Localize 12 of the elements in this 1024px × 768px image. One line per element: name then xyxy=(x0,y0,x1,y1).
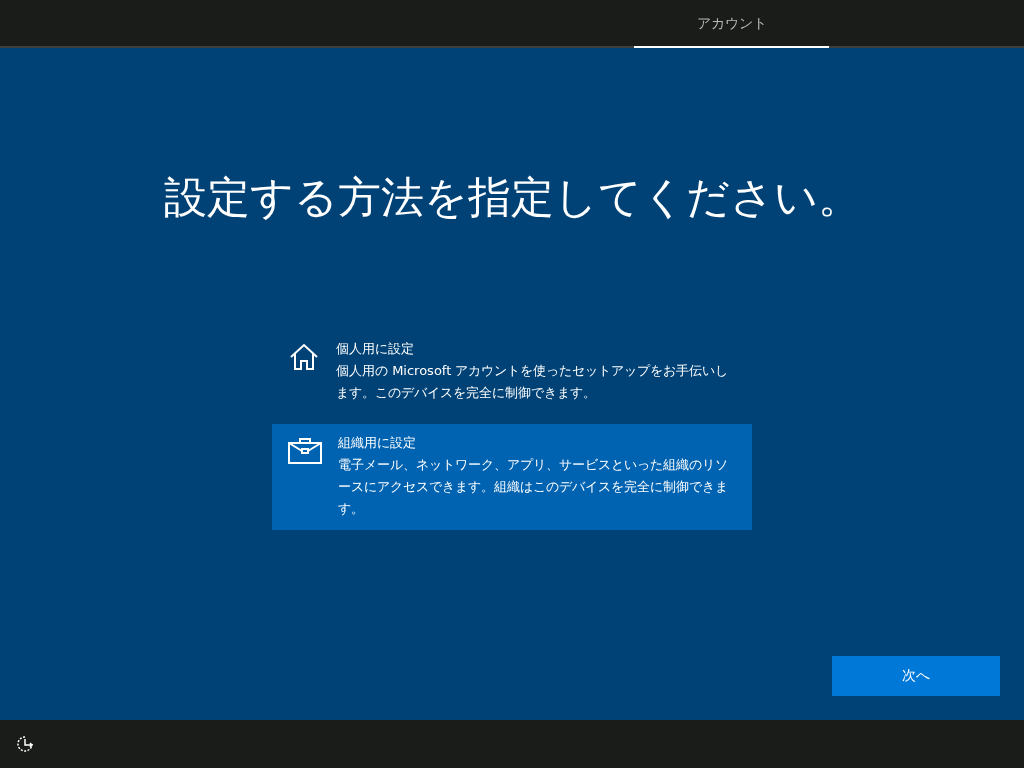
briefcase-icon xyxy=(288,438,322,464)
account-tab[interactable]: アカウント xyxy=(634,0,829,48)
setup-option[interactable]: 組織用に設定 電子メール、ネットワーク、アプリ、サービスといった組織のリソースにアクセスできます。組織はこのデバイスを完全に制御できます。 xyxy=(272,424,752,530)
next-button[interactable]: 次へ xyxy=(832,656,1000,696)
option-title: 個人用に設定 xyxy=(336,340,415,358)
accessibility-icon[interactable] xyxy=(16,735,34,753)
option-title: 組織用に設定 xyxy=(338,434,417,452)
option-description: 電子メール、ネットワーク、アプリ、サービスといった組織のリソースにアクセスできます。組織はこのデバイスを完全に制御できます。 xyxy=(338,456,729,518)
page-title: 設定する方法を指定してください。 xyxy=(163,171,861,224)
option-description: 個人用の Microsoft アカウントを使ったセットアップをお手伝いします。このデバイスを完全に制御できます。 xyxy=(336,362,730,402)
setup-option[interactable]: 個人用に設定 個人用の Microsoft アカウントを使ったセットアップをお手伝いします。このデバイスを完全に制御できます。 xyxy=(272,330,752,414)
home-icon xyxy=(288,342,320,372)
